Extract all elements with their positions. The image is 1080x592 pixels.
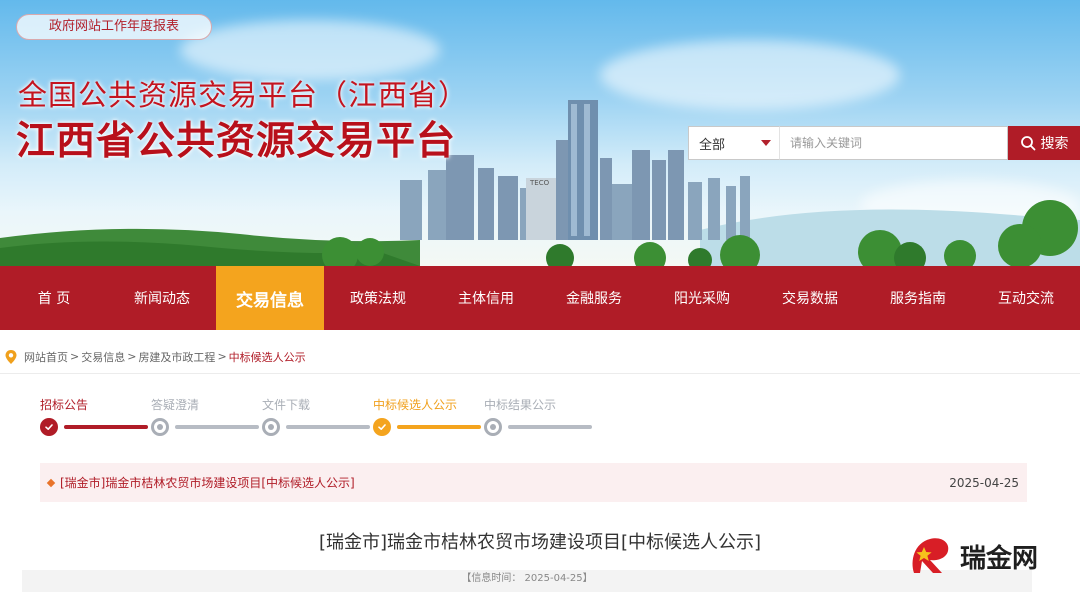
search-button-label: 搜索 — [1040, 135, 1069, 151]
step-label: 答疑澄清 — [151, 398, 200, 412]
nav-item-trade-info[interactable]: 交易信息 — [216, 266, 324, 330]
header-banner: TECO 政府网站工作年度报表 全国公共资源交易平台（江西省） 江西省公共资源交… — [0, 0, 1080, 266]
search-category-value: 全部 — [699, 137, 726, 153]
ruijin-logo-icon — [912, 538, 949, 573]
search-icon — [1020, 136, 1035, 151]
platform-title-jiangxi[interactable]: 江西省公共资源交易平台 — [16, 110, 456, 166]
nav-item-data[interactable]: 交易数据 — [756, 266, 864, 330]
step-candidate-notice[interactable]: 中标候选人公示 — [373, 396, 484, 440]
nav-item-interaction[interactable]: 互动交流 — [972, 266, 1080, 330]
breadcrumb-home[interactable]: 网站首页 — [24, 349, 68, 365]
step-result-notice[interactable]: 中标结果公示 — [484, 396, 595, 440]
pending-dot-icon — [151, 418, 169, 436]
nav-item-credit[interactable]: 主体信用 — [432, 266, 540, 330]
step-progress-line — [508, 425, 592, 429]
breadcrumb-separator: > — [217, 350, 227, 363]
notice-title-group: [瑞金市]瑞金市桔林农贸市场建设项目[中标候选人公示] — [46, 474, 355, 491]
breadcrumb-trade-info[interactable]: 交易信息 — [81, 349, 125, 365]
bullet-diamond-icon — [46, 478, 56, 487]
step-label: 中标结果公示 — [484, 398, 557, 412]
breadcrumb-separator: > — [127, 350, 137, 363]
step-file-download[interactable]: 文件下载 — [262, 396, 373, 440]
search-bar: 全部 搜索 — [688, 126, 1080, 160]
pending-dot-icon — [262, 418, 280, 436]
notice-date: 2025-04-25 — [949, 475, 1019, 490]
nav-item-guide[interactable]: 服务指南 — [864, 266, 972, 330]
nav-item-news[interactable]: 新闻动态 — [108, 266, 216, 330]
step-progress-line — [286, 425, 370, 429]
step-progress-line — [397, 425, 481, 429]
step-label: 中标候选人公示 — [373, 398, 458, 412]
location-pin-icon — [5, 349, 17, 364]
article-info-bar: 【信息时间： 2025-04-25】 — [22, 570, 1032, 592]
check-icon — [40, 418, 58, 436]
caret-down-icon — [761, 140, 771, 146]
breadcrumb-current: 中标候选人公示 — [228, 350, 306, 364]
pending-dot-icon — [484, 418, 502, 436]
step-label: 文件下载 — [262, 398, 311, 412]
annual-report-button[interactable]: 政府网站工作年度报表 — [16, 14, 212, 40]
search-input[interactable] — [779, 126, 1008, 160]
watermark-text: 瑞金网 — [960, 543, 1039, 574]
step-clarification[interactable]: 答疑澄清 — [151, 396, 262, 440]
nav-item-policy[interactable]: 政策法规 — [324, 266, 432, 330]
step-progress-line — [175, 425, 259, 429]
platform-title-national: 全国公共资源交易平台（江西省） — [18, 78, 469, 112]
nav-item-finance[interactable]: 金融服务 — [540, 266, 648, 330]
notice-title[interactable]: [瑞金市]瑞金市桔林农贸市场建设项目[中标候选人公示] — [60, 474, 355, 491]
main-nav: 首 页 新闻动态 交易信息 政策法规 主体信用 金融服务 阳光采购 交易数据 服… — [0, 266, 1080, 330]
check-icon — [373, 418, 391, 436]
notice-row[interactable]: [瑞金市]瑞金市桔林农贸市场建设项目[中标候选人公示] 2025-04-25 — [40, 463, 1027, 502]
breadcrumb-construction[interactable]: 房建及市政工程 — [138, 349, 215, 365]
nav-item-home[interactable]: 首 页 — [0, 266, 108, 330]
breadcrumb: 网站首页 > 交易信息 > 房建及市政工程 > 中标候选人公示 — [0, 340, 1080, 374]
watermark: 瑞金网 — [908, 530, 1068, 582]
step-tender-notice[interactable]: 招标公告 — [40, 396, 151, 440]
breadcrumb-separator: > — [70, 350, 80, 363]
step-progress-line — [64, 425, 148, 429]
step-label: 招标公告 — [40, 398, 89, 412]
nav-item-procurement[interactable]: 阳光采购 — [648, 266, 756, 330]
search-button[interactable]: 搜索 — [1008, 126, 1080, 160]
search-category-select[interactable]: 全部 — [688, 126, 779, 160]
svg-text:TECO: TECO — [529, 179, 550, 187]
